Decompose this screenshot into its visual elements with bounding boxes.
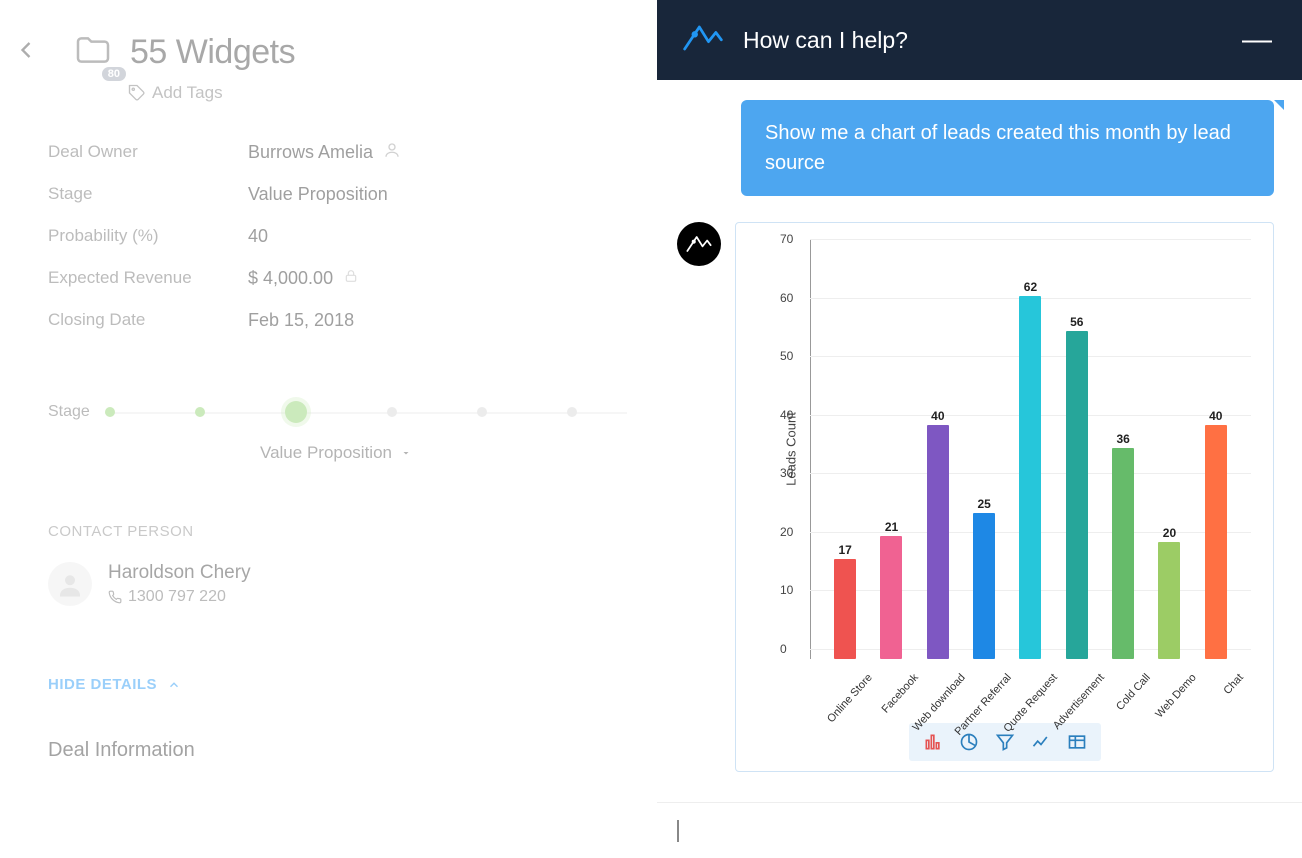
y-tick: 50	[780, 349, 793, 363]
bar-cold-call[interactable]: 36	[1100, 432, 1146, 659]
bar-value-label: 21	[885, 520, 898, 534]
user-message-bubble: Show me a chart of leads created this mo…	[741, 100, 1274, 196]
y-tick: 10	[780, 583, 793, 597]
bar-value-label: 40	[931, 409, 944, 423]
bar-chart: Leads Count 0102030405060701721402562563…	[748, 239, 1261, 659]
chat-body: Show me a chart of leads created this mo…	[657, 80, 1302, 802]
contact-phone[interactable]: 1300 797 220	[108, 588, 251, 606]
chat-input[interactable]	[657, 802, 1302, 858]
field-label-revenue: Expected Revenue	[48, 268, 248, 288]
y-tick: 70	[780, 232, 793, 246]
field-value-closing[interactable]: Feb 15, 2018	[248, 310, 354, 331]
deal-folder-icon: 80	[70, 30, 116, 75]
bar-chat[interactable]: 40	[1193, 409, 1239, 659]
y-tick: 0	[780, 642, 787, 656]
stage-dot-4[interactable]	[387, 407, 397, 417]
y-tick: 40	[780, 408, 793, 422]
y-tick: 20	[780, 525, 793, 539]
deal-score-badge: 80	[102, 67, 126, 81]
stage-progress-strip: Stage	[48, 401, 657, 423]
back-arrow-icon[interactable]	[8, 32, 44, 73]
deal-detail-panel: 80 55 Widgets Add Tags Deal Owner Burrow…	[0, 0, 657, 858]
stage-dot-2[interactable]	[195, 407, 205, 417]
bar-online-store[interactable]: 17	[822, 543, 868, 659]
zia-assistant-panel: How can I help? — Show me a chart of lea…	[657, 0, 1302, 858]
contact-name[interactable]: Haroldson Chery	[108, 562, 251, 584]
contact-avatar[interactable]	[48, 562, 92, 606]
stage-dropdown[interactable]: Value Proposition	[260, 443, 657, 463]
field-label-owner: Deal Owner	[48, 142, 248, 162]
bar-value-label: 62	[1024, 280, 1037, 294]
hide-details-toggle[interactable]: HIDE DETAILS	[48, 676, 657, 693]
stage-strip-label: Stage	[48, 403, 105, 421]
add-tags-button[interactable]: Add Tags	[128, 83, 657, 103]
chart-response-card: Leads Count 0102030405060701721402562563…	[735, 222, 1274, 772]
bar-partner-referral[interactable]: 25	[961, 497, 1007, 659]
bar-web-download[interactable]: 40	[915, 409, 961, 659]
field-label-probability: Probability (%)	[48, 226, 248, 246]
zia-header-title: How can I help?	[743, 27, 1236, 54]
field-label-closing: Closing Date	[48, 310, 248, 330]
y-tick: 30	[780, 466, 793, 480]
bar-value-label: 20	[1163, 526, 1176, 540]
minimize-button[interactable]: —	[1236, 23, 1278, 57]
field-value-stage[interactable]: Value Proposition	[248, 184, 388, 205]
zia-bot-avatar	[677, 222, 721, 266]
bar-value-label: 17	[838, 543, 851, 557]
y-tick: 60	[780, 291, 793, 305]
stage-dot-5[interactable]	[477, 407, 487, 417]
table-icon[interactable]	[1059, 727, 1095, 757]
bar-advertisement[interactable]: 56	[1054, 315, 1100, 659]
field-value-probability[interactable]: 40	[248, 226, 268, 247]
lock-icon	[343, 268, 359, 289]
chevron-down-icon	[400, 447, 412, 459]
deal-title: 55 Widgets	[130, 33, 295, 72]
text-cursor-icon	[677, 820, 679, 842]
deal-info-table: Deal Owner Burrows Amelia Stage Value Pr…	[48, 131, 657, 341]
field-value-owner[interactable]: Burrows Amelia	[248, 141, 401, 164]
bar-value-label: 36	[1116, 432, 1129, 446]
bar-value-label: 56	[1070, 315, 1083, 329]
bar-value-label: 40	[1209, 409, 1222, 423]
bar-quote-request[interactable]: 62	[1007, 280, 1053, 659]
contact-person-section: CONTACT PERSON Haroldson Chery 1300 797 …	[48, 523, 657, 606]
person-icon	[383, 141, 401, 164]
bar-facebook[interactable]: 21	[868, 520, 914, 659]
phone-icon	[108, 590, 122, 604]
deal-information-heading: Deal Information	[48, 739, 657, 762]
stage-dot-1[interactable]	[105, 407, 115, 417]
stage-dot-6[interactable]	[567, 407, 577, 417]
field-value-revenue[interactable]: $ 4,000.00	[248, 268, 359, 289]
contact-section-heading: CONTACT PERSON	[48, 523, 657, 540]
zia-header: How can I help? —	[657, 0, 1302, 80]
field-label-stage: Stage	[48, 184, 248, 204]
stage-dot-current[interactable]	[285, 401, 307, 423]
chevron-up-icon	[167, 678, 181, 692]
zia-logo-icon	[681, 18, 725, 63]
x-label: Chat	[1208, 663, 1276, 731]
funnel-icon[interactable]	[987, 727, 1023, 757]
line-chart-icon[interactable]	[1023, 727, 1059, 757]
bar-web-demo[interactable]: 20	[1146, 526, 1192, 659]
add-tags-label: Add Tags	[152, 83, 223, 103]
bar-value-label: 25	[977, 497, 990, 511]
